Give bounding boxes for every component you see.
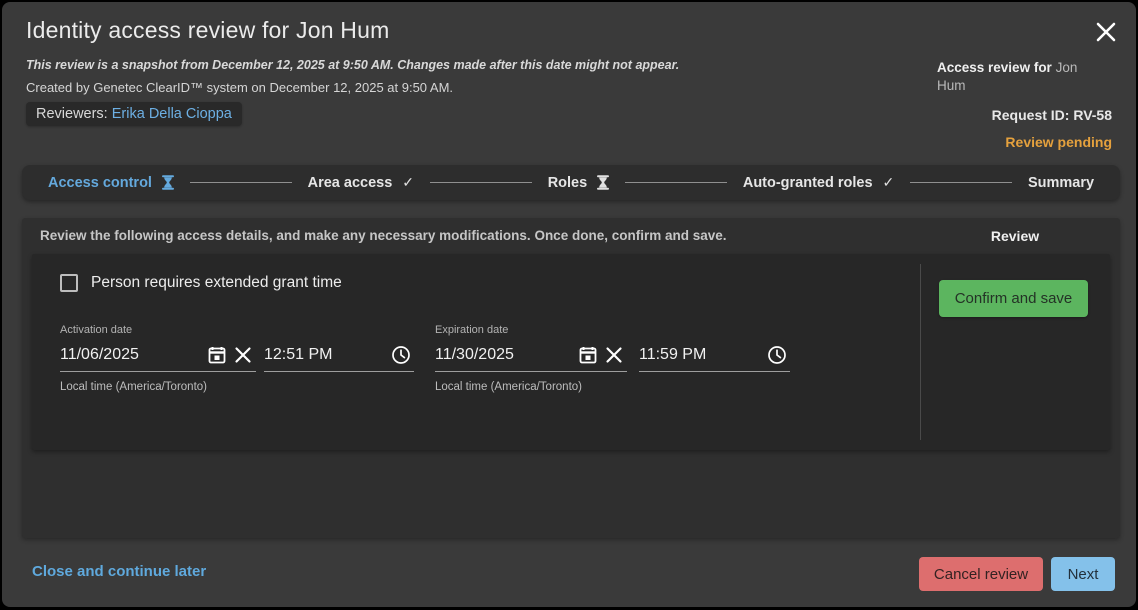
identity-access-review-dialog: Identity access review for Jon Hum This … [2,2,1136,607]
close-icon [1093,19,1119,45]
expiration-date-label: Expiration date [435,324,627,339]
step-roles[interactable]: Roles [548,175,610,191]
clear-date-icon[interactable] [601,342,627,368]
next-button[interactable]: Next [1051,557,1115,591]
step-connector [910,182,1012,183]
step-label: Area access [308,175,393,191]
step-summary[interactable]: Summary [1028,175,1094,191]
expiration-timezone-note: Local time (America/Toronto) [435,381,627,393]
calendar-icon[interactable] [204,342,230,368]
expiration-time-input[interactable]: 11:59 PM [639,339,790,372]
step-auto-granted-roles[interactable]: Auto-granted roles ✓ [743,174,894,191]
reviewers-chip: Reviewers: Erika Della Cioppa [26,102,242,126]
activation-timezone-note: Local time (America/Toronto) [60,381,256,393]
access-review-for: Access review for Jon Hum [937,59,1085,95]
cancel-review-button[interactable]: Cancel review [919,557,1043,591]
request-id: Request ID: RV-58 [992,107,1112,123]
extended-grant-checkbox[interactable] [60,274,78,292]
clock-icon[interactable] [388,342,414,368]
activation-date-input[interactable]: 11/06/2025 [60,339,256,372]
step-connector [430,182,532,183]
step-area-access[interactable]: Area access ✓ [308,174,414,191]
review-column-divider [920,264,921,440]
check-icon: ✓ [402,174,414,191]
clock-icon[interactable] [764,342,790,368]
expiration-time-field: 11:59 PM [639,324,790,372]
close-button[interactable] [1090,16,1122,48]
step-label: Roles [548,175,588,191]
activation-date-label: Activation date [60,324,256,339]
step-label: Access control [48,175,152,191]
status-badge: Review pending [1005,134,1112,150]
hourglass-icon [597,175,609,190]
extended-grant-checkbox-row[interactable]: Person requires extended grant time [60,274,342,292]
activation-time-input[interactable]: 12:51 PM [264,339,414,372]
hourglass-icon [162,175,174,190]
activation-time-field: 12:51 PM [264,324,414,372]
reviewer-link[interactable]: Erika Della Cioppa [112,106,232,122]
calendar-icon[interactable] [575,342,601,368]
clear-date-icon[interactable] [230,342,256,368]
extended-grant-label: Person requires extended grant time [91,274,342,292]
step-connector [190,182,292,183]
step-label: Summary [1028,175,1094,191]
expiration-date-field: Expiration date 11/30/2025 Local time (A… [435,324,627,393]
activation-date-value[interactable]: 11/06/2025 [60,346,204,364]
created-line: Created by Genetec ClearID™ system on De… [26,80,453,95]
page-title: Identity access review for Jon Hum [26,17,389,44]
review-panel: Review the following access details, and… [22,218,1120,538]
expiration-time-value[interactable]: 11:59 PM [639,346,764,364]
expiration-date-input[interactable]: 11/30/2025 [435,339,627,372]
access-details-card: Person requires extended grant time Acti… [32,254,1110,450]
check-icon: ✓ [883,174,895,191]
instruction-text: Review the following access details, and… [40,228,727,243]
expiration-date-value[interactable]: 11/30/2025 [435,346,575,364]
wizard-stepper: Access control Area access ✓ Roles Auto-… [22,165,1120,200]
snapshot-note: This review is a snapshot from December … [26,58,679,72]
confirm-and-save-button[interactable]: Confirm and save [939,280,1088,317]
access-review-for-label: Access review for [937,60,1052,75]
activation-time-value[interactable]: 12:51 PM [264,346,388,364]
close-and-continue-link[interactable]: Close and continue later [32,563,206,580]
reviewers-label: Reviewers: [36,106,108,122]
step-access-control[interactable]: Access control [48,175,174,191]
review-column-header: Review [955,228,1075,244]
activation-date-field: Activation date 11/06/2025 Local time (A… [60,324,256,393]
step-connector [625,182,727,183]
step-label: Auto-granted roles [743,175,873,191]
